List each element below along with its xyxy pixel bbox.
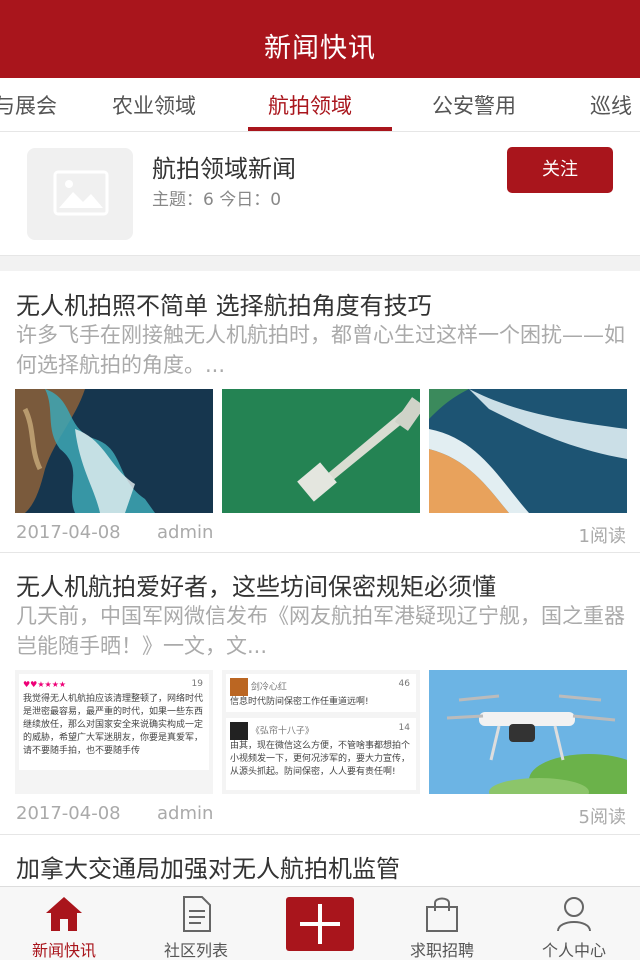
forum-header: 航拍领域新闻 主题：6 今日：0 关注 xyxy=(0,133,640,255)
comment-user: 剑冷心红 xyxy=(250,682,287,693)
post-read-count: 5阅读 xyxy=(578,807,626,828)
nav-jobs[interactable]: 求职招聘 xyxy=(378,887,506,960)
comment-likes: 46 xyxy=(398,679,410,689)
nav-label: 个人中心 xyxy=(541,941,606,960)
active-tab-indicator xyxy=(248,127,392,131)
post-image[interactable] xyxy=(429,389,627,513)
comment-text: 信息时代防间保密工作任重道远啊! xyxy=(230,697,369,707)
comment-card: ♥♥★★★★ 19 我觉得无人机航拍应该清理整顿了，网络时代是泄密最容易，最严重… xyxy=(19,674,209,770)
post-image[interactable] xyxy=(15,389,213,513)
post-images xyxy=(15,389,627,513)
app-header: 新闻快讯 xyxy=(0,0,640,78)
post-title[interactable]: 加拿大交通局加强对无人航拍机监管 xyxy=(16,849,400,884)
page-title: 新闻快讯 xyxy=(264,33,376,64)
comment-card: 剑冷心红 46 信息时代防间保密工作任重道远啊! xyxy=(226,674,416,712)
post-title[interactable]: 无人机拍照不简单 选择航拍角度有技巧 xyxy=(16,286,432,321)
post-image[interactable]: 剑冷心红 46 信息时代防间保密工作任重道远啊! 《弘帘十八子》 14 由其，现… xyxy=(222,670,420,794)
post-date: 2017-04-08 xyxy=(16,522,121,543)
avatar xyxy=(230,722,248,740)
forum-name: 航拍领域新闻 xyxy=(152,155,296,183)
nav-news[interactable]: 新闻快讯 xyxy=(0,887,128,960)
shopping-bag-icon xyxy=(426,897,458,932)
post-author: admin xyxy=(157,522,214,543)
avatar xyxy=(230,678,248,696)
post-date: 2017-04-08 xyxy=(16,803,121,824)
category-tabs: 与展会 农业领域 航拍领域 公安警用 巡线 xyxy=(0,78,640,132)
nav-label: 求职招聘 xyxy=(409,941,474,960)
forum-stats: 主题：6 今日：0 xyxy=(152,190,282,210)
post-item[interactable]: 无人机航拍爱好者，这些坊间保密规矩必须懂 几天前，中国军网微信发布《网友航拍军港… xyxy=(0,553,640,833)
forum-thumbnail xyxy=(27,148,133,240)
comment-card: 《弘帘十八子》 14 由其，现在微信这么方便，不管啥事都想拍个小视频发一下，更何… xyxy=(226,718,416,790)
follow-button[interactable]: 关注 xyxy=(507,147,613,193)
tab-exhibition[interactable]: 与展会 xyxy=(0,90,57,120)
comment-likes: 14 xyxy=(398,723,410,733)
tab-aerial-photography[interactable]: 航拍领域 xyxy=(268,90,352,120)
nav-label: 社区列表 xyxy=(163,941,228,960)
section-divider xyxy=(0,255,640,271)
home-icon xyxy=(46,897,82,931)
user-icon xyxy=(557,897,591,932)
post-image[interactable]: ♥♥★★★★ 19 我觉得无人机航拍应该清理整顿了，网络时代是泄密最容易，最严重… xyxy=(15,670,213,794)
post-excerpt: 许多飞手在刚接触无人机航拍时，都曾心生过这样一个困扰——如何选择航拍的角度。..… xyxy=(16,323,625,377)
post-meta: 2017-04-08 admin 5阅读 xyxy=(16,803,626,828)
image-placeholder-icon xyxy=(53,170,109,216)
post-new-button[interactable] xyxy=(286,897,354,951)
tab-line-patrol[interactable]: 巡线 xyxy=(590,90,632,120)
post-image[interactable] xyxy=(222,389,420,513)
comment-text: 由其，现在微信这么方便，不管啥事都想拍个小视频发一下，更何况涉军的，要大力宣传，… xyxy=(230,741,411,777)
nav-label: 新闻快讯 xyxy=(31,941,96,960)
comment-text: 我觉得无人机航拍应该清理整顿了，网络时代是泄密最容易，最严重的时代，如果一些东西… xyxy=(23,694,204,756)
tab-police[interactable]: 公安警用 xyxy=(432,90,516,120)
bottom-navigation: 新闻快讯 社区列表 求职招聘 个人中心 xyxy=(0,886,640,960)
post-author: admin xyxy=(157,803,214,824)
post-meta: 2017-04-08 admin 1阅读 xyxy=(16,522,626,547)
post-excerpt: 几天前，中国军网微信发布《网友航拍军港疑现辽宁舰，国之重器岂能随手晒！》一文，文… xyxy=(16,604,625,658)
post-images: ♥♥★★★★ 19 我觉得无人机航拍应该清理整顿了，网络时代是泄密最容易，最严重… xyxy=(15,670,627,794)
nav-community[interactable]: 社区列表 xyxy=(132,887,260,960)
comment-user: 《弘帘十八子》 xyxy=(250,726,314,737)
tab-agriculture[interactable]: 农业领域 xyxy=(112,90,196,120)
post-image[interactable] xyxy=(429,670,627,794)
document-icon xyxy=(183,896,211,932)
post-title[interactable]: 无人机航拍爱好者，这些坊间保密规矩必须懂 xyxy=(16,567,496,602)
post-read-count: 1阅读 xyxy=(578,526,626,547)
comment-likes: 19 xyxy=(191,679,203,689)
nav-profile[interactable]: 个人中心 xyxy=(510,887,638,960)
post-item[interactable]: 无人机拍照不简单 选择航拍角度有技巧 许多飞手在刚接触无人机航拍时，都曾心生过这… xyxy=(0,272,640,552)
post-item[interactable]: 加拿大交通局加强对无人航拍机监管 xyxy=(0,835,640,886)
